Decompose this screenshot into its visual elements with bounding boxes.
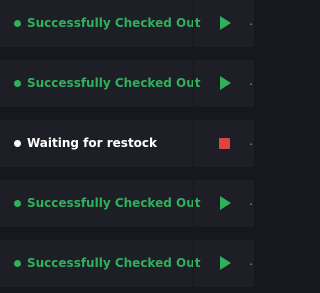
- task-status: Successfully Checked Out: [27, 76, 201, 90]
- row-divider: [193, 0, 194, 47]
- stop-icon: [218, 137, 230, 149]
- task-row: Successfully Checked Out ⋯: [0, 180, 254, 227]
- row-divider: [193, 240, 194, 287]
- status-dot: [14, 80, 21, 87]
- start-task-button[interactable]: [209, 248, 239, 278]
- status-dot: [14, 20, 21, 27]
- more-options-icon[interactable]: ⋯: [249, 77, 254, 91]
- more-options-icon[interactable]: ⋯: [249, 137, 254, 151]
- row-divider: [193, 120, 194, 167]
- more-options-icon[interactable]: ⋯: [249, 17, 254, 31]
- task-status: Waiting for restock: [27, 136, 158, 150]
- row-divider: [193, 60, 194, 107]
- task-row: Successfully Checked Out ⋯: [0, 60, 254, 107]
- task-row: Successfully Checked Out ⋯: [0, 0, 254, 47]
- start-task-button[interactable]: [209, 8, 239, 38]
- more-options-icon[interactable]: ⋯: [249, 197, 254, 211]
- task-row: Waiting for restock ⋯: [0, 120, 254, 167]
- play-icon: [220, 76, 231, 90]
- status-dot: [14, 200, 21, 207]
- play-icon: [220, 256, 231, 270]
- task-status: Successfully Checked Out: [27, 16, 201, 30]
- play-icon: [220, 196, 231, 210]
- status-dot: [14, 140, 21, 147]
- start-task-button[interactable]: [209, 188, 239, 218]
- task-row: Successfully Checked Out ⋯: [0, 240, 254, 287]
- stop-task-button[interactable]: [209, 128, 239, 158]
- play-icon: [220, 16, 231, 30]
- task-status: Successfully Checked Out: [27, 256, 201, 270]
- start-task-button[interactable]: [209, 68, 239, 98]
- more-options-icon[interactable]: ⋯: [249, 257, 254, 271]
- task-status: Successfully Checked Out: [27, 196, 201, 210]
- row-divider: [193, 180, 194, 227]
- task-list: Successfully Checked Out ⋯ Successfully …: [0, 0, 254, 293]
- status-dot: [14, 260, 21, 267]
